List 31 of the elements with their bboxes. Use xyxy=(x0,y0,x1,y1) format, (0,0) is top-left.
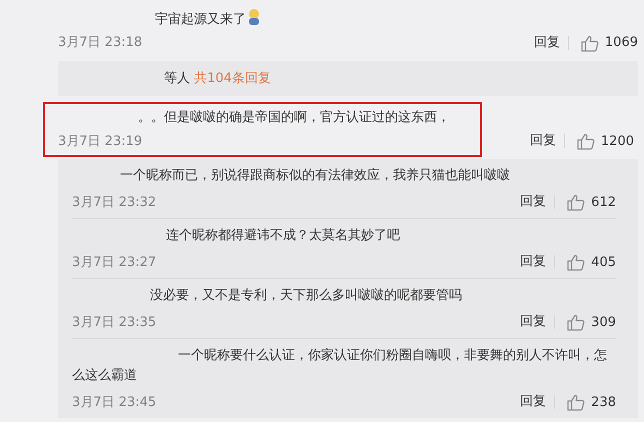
thumbs-up-icon[interactable] xyxy=(567,254,586,271)
like-count: 612 xyxy=(591,194,616,212)
timestamp: 3月7日 23:35 xyxy=(72,314,156,332)
timestamp: 3月7日 23:18 xyxy=(58,34,142,52)
reply-text: 一个昵称而已，别说得跟商标似的有法律效应，我养只猫也能叫啵啵 xyxy=(119,167,511,185)
reply-text: 一个昵称要什么认证，你家认证你们粉圈自嗨呗，非要舞的别人不许叫，怎么这么霸道 xyxy=(72,347,608,385)
like-count: 1200 xyxy=(600,132,634,150)
thumbs-up-icon[interactable] xyxy=(567,394,586,411)
reply-link[interactable]: 回复 xyxy=(520,255,556,270)
timestamp: 3月7日 23:45 xyxy=(72,394,156,412)
like-count: 309 xyxy=(591,314,616,332)
timestamp: 3月7日 23:32 xyxy=(72,194,156,212)
reply-link[interactable]: 回复 xyxy=(520,195,556,210)
reply-link[interactable]: 回复 xyxy=(520,315,556,330)
reply-summary-text: 等人 xyxy=(164,70,191,86)
thumbs-up-icon[interactable] xyxy=(576,132,595,150)
comment-text: 。。但是啵啵的确是帝国的啊，官方认证过的这东西， xyxy=(137,109,451,128)
thumbs-up-icon[interactable] xyxy=(567,314,586,331)
like-count: 405 xyxy=(591,254,616,272)
like-count: 238 xyxy=(591,394,616,412)
comment-text: 宇宙起源又来了 xyxy=(155,12,246,27)
timestamp: 3月7日 23:19 xyxy=(58,132,142,150)
thumbs-up-icon[interactable] xyxy=(567,194,586,211)
reply-link[interactable]: 回复 xyxy=(520,395,556,410)
reply-text: 连个昵称都得避讳不成？太莫名其妙了吧 xyxy=(165,227,401,245)
thumbs-up-icon[interactable] xyxy=(580,34,599,52)
reply-link[interactable]: 回复 xyxy=(534,36,569,50)
like-count: 1069 xyxy=(604,34,638,52)
timestamp: 3月7日 23:27 xyxy=(72,254,156,272)
reply-text: 没必要，又不是专利，天下那么多叫啵啵的呢都要管吗 xyxy=(149,287,463,305)
reply-link[interactable]: 回复 xyxy=(530,134,565,148)
